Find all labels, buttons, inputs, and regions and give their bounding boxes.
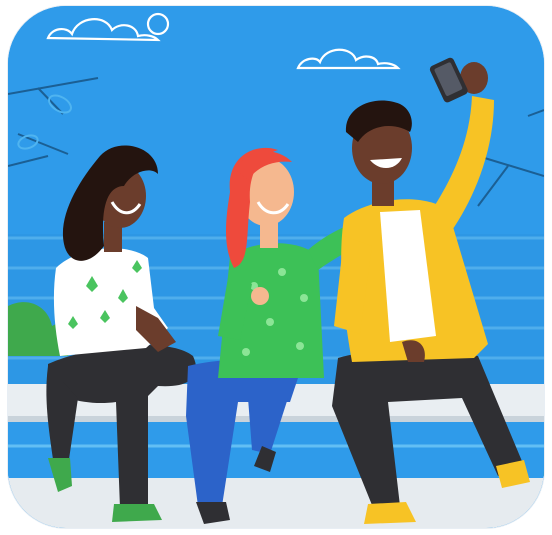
ground xyxy=(8,476,544,528)
app-icon-tile[interactable] xyxy=(8,6,544,528)
selfie-illustration xyxy=(8,6,544,528)
